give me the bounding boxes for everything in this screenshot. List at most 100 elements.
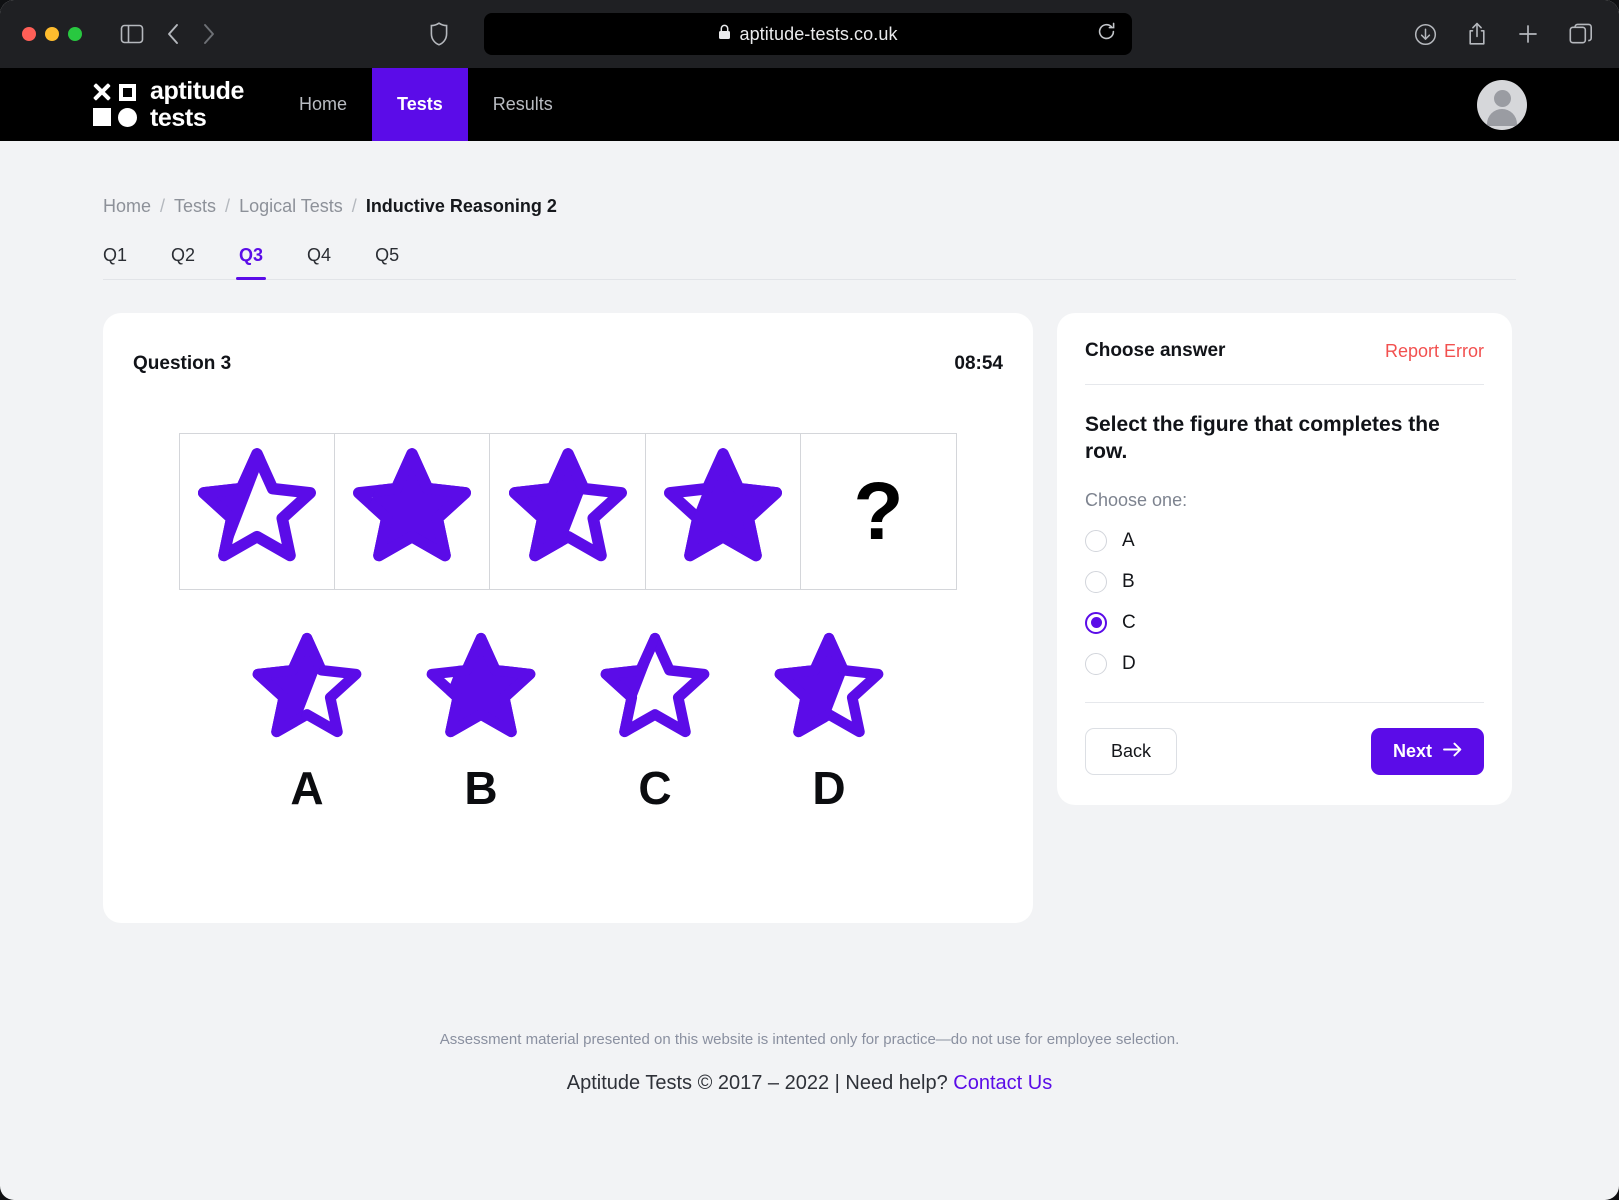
answer-figure-label: B bbox=[464, 765, 497, 811]
logo-square-filled-icon bbox=[93, 108, 111, 126]
tab-q4[interactable]: Q4 bbox=[307, 245, 331, 279]
answer-choice-b[interactable]: B bbox=[1085, 571, 1484, 593]
breadcrumb-separator: / bbox=[225, 196, 230, 217]
star-option-d bbox=[770, 630, 888, 753]
breadcrumb-separator: / bbox=[352, 196, 357, 217]
answer-figure-d[interactable]: D bbox=[770, 630, 888, 811]
tab-q1[interactable]: Q1 bbox=[103, 245, 127, 279]
next-button[interactable]: Next bbox=[1371, 728, 1484, 775]
logo-marks bbox=[92, 82, 137, 127]
main-content: Question 3 08:54 bbox=[103, 313, 1516, 923]
question-card: Question 3 08:54 bbox=[103, 313, 1033, 923]
radio-a[interactable] bbox=[1085, 530, 1107, 552]
arrow-right-icon bbox=[1443, 741, 1462, 762]
back-button[interactable]: Back bbox=[1085, 728, 1177, 775]
report-error-link[interactable]: Report Error bbox=[1385, 341, 1484, 362]
star-2 bbox=[348, 445, 476, 578]
logo-line-2: tests bbox=[150, 105, 244, 132]
page-footer: Assessment material presented on this we… bbox=[103, 1031, 1516, 1095]
answer-figure-label: A bbox=[290, 765, 323, 811]
logo-line-1: aptitude bbox=[150, 78, 244, 105]
divider bbox=[1085, 702, 1484, 703]
maximize-window-button[interactable] bbox=[68, 27, 82, 41]
browser-toolbar: aptitude-tests.co.uk bbox=[0, 0, 1619, 68]
window-controls bbox=[22, 27, 82, 41]
panel-actions: Back Next bbox=[1085, 728, 1484, 775]
answer-choices: A B C D bbox=[1085, 530, 1484, 675]
logo-square-outline-icon bbox=[119, 84, 136, 101]
tab-overview-icon[interactable] bbox=[1569, 23, 1593, 45]
logo-circle-filled-icon bbox=[118, 108, 137, 127]
radio-c[interactable] bbox=[1085, 612, 1107, 634]
star-3 bbox=[504, 445, 632, 578]
question-card-header: Question 3 08:54 bbox=[131, 353, 1005, 375]
close-window-button[interactable] bbox=[22, 27, 36, 41]
site-logo[interactable]: aptitude tests bbox=[0, 68, 274, 141]
downloads-icon[interactable] bbox=[1414, 23, 1437, 46]
star-4 bbox=[659, 445, 787, 578]
answer-figure-b[interactable]: B bbox=[422, 630, 540, 811]
choose-one-label: Choose one: bbox=[1085, 490, 1484, 511]
sequence-cell-2 bbox=[335, 434, 490, 589]
breadcrumb-item-tests[interactable]: Tests bbox=[174, 196, 216, 217]
nav-item-tests[interactable]: Tests bbox=[372, 68, 468, 141]
page-content: Home / Tests / Logical Tests / Inductive… bbox=[0, 141, 1619, 1095]
answer-panel-header: Choose answer Report Error bbox=[1085, 340, 1484, 362]
sequence-cell-4 bbox=[646, 434, 801, 589]
breadcrumb-item-home[interactable]: Home bbox=[103, 196, 151, 217]
next-button-label: Next bbox=[1393, 741, 1432, 762]
answer-panel: Choose answer Report Error Select the fi… bbox=[1057, 313, 1512, 805]
sequence-cell-unknown: ? bbox=[801, 434, 956, 589]
question-mark: ? bbox=[853, 475, 903, 549]
nav-item-results[interactable]: Results bbox=[468, 68, 578, 141]
answer-figure-a[interactable]: A bbox=[248, 630, 366, 811]
tab-q2[interactable]: Q2 bbox=[171, 245, 195, 279]
star-1 bbox=[193, 445, 321, 578]
answer-panel-title: Choose answer bbox=[1085, 340, 1225, 362]
logo-wordmark: aptitude tests bbox=[150, 78, 244, 132]
site-navbar: aptitude tests Home Tests Results bbox=[0, 68, 1619, 141]
star-option-a bbox=[248, 630, 366, 753]
answer-choice-a[interactable]: A bbox=[1085, 530, 1484, 552]
copyright-text: Aptitude Tests © 2017 – 2022 | Need help… bbox=[567, 1072, 948, 1094]
star-option-b bbox=[422, 630, 540, 753]
logo-x-icon bbox=[93, 83, 111, 101]
question-prompt: Select the figure that completes the row… bbox=[1085, 411, 1484, 466]
sequence-cell-1 bbox=[180, 434, 335, 589]
sequence-cell-3 bbox=[490, 434, 645, 589]
share-icon[interactable] bbox=[1467, 22, 1487, 46]
radio-b[interactable] bbox=[1085, 571, 1107, 593]
sequence-row: ? bbox=[179, 433, 957, 590]
nav-item-home[interactable]: Home bbox=[274, 68, 372, 141]
footer-copyright: Aptitude Tests © 2017 – 2022 | Need help… bbox=[103, 1072, 1516, 1095]
tab-q5[interactable]: Q5 bbox=[375, 245, 399, 279]
answer-choice-label: A bbox=[1122, 530, 1135, 552]
star-option-c bbox=[596, 630, 714, 753]
answer-choice-label: D bbox=[1122, 653, 1136, 675]
url-text: aptitude-tests.co.uk bbox=[739, 24, 897, 45]
browser-window: aptitude-tests.co.uk bbox=[0, 0, 1619, 1200]
sidebar-toggle-icon[interactable] bbox=[120, 24, 144, 44]
footer-disclaimer: Assessment material presented on this we… bbox=[103, 1031, 1516, 1048]
privacy-shield-icon[interactable] bbox=[430, 22, 448, 46]
radio-d[interactable] bbox=[1085, 653, 1107, 675]
new-tab-icon[interactable] bbox=[1517, 23, 1539, 45]
address-bar[interactable]: aptitude-tests.co.uk bbox=[484, 13, 1132, 55]
minimize-window-button[interactable] bbox=[45, 27, 59, 41]
forward-arrow-icon[interactable] bbox=[202, 23, 216, 45]
user-avatar-icon[interactable] bbox=[1477, 80, 1527, 130]
contact-us-link[interactable]: Contact Us bbox=[953, 1072, 1052, 1094]
tab-q3[interactable]: Q3 bbox=[239, 245, 263, 279]
answer-figure-c[interactable]: C bbox=[596, 630, 714, 811]
answer-choice-c[interactable]: C bbox=[1085, 612, 1484, 634]
answer-figure-label: C bbox=[638, 765, 671, 811]
reload-icon[interactable] bbox=[1097, 22, 1116, 46]
breadcrumb-current: Inductive Reasoning 2 bbox=[366, 196, 557, 217]
breadcrumb-item-logical-tests[interactable]: Logical Tests bbox=[239, 196, 343, 217]
lock-icon bbox=[718, 24, 731, 45]
question-title: Question 3 bbox=[133, 353, 231, 375]
back-arrow-icon[interactable] bbox=[166, 23, 180, 45]
answer-choice-d[interactable]: D bbox=[1085, 653, 1484, 675]
breadcrumb-separator: / bbox=[160, 196, 165, 217]
breadcrumb: Home / Tests / Logical Tests / Inductive… bbox=[103, 141, 1516, 217]
